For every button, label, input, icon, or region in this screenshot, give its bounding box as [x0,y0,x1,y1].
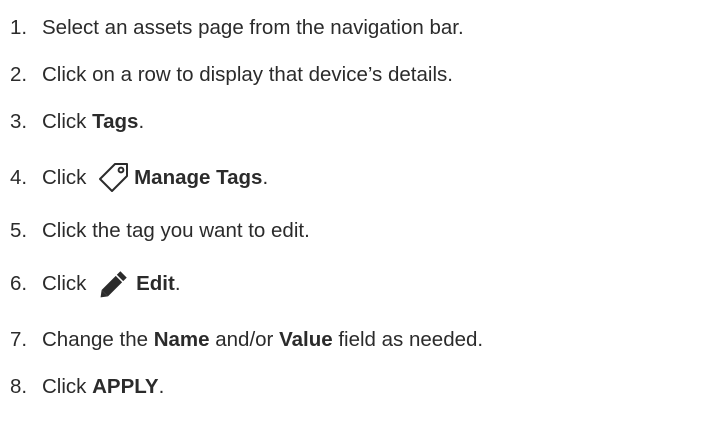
step-4: 4. Click Manage Tags . [0,158,268,198]
manage-tags-label: Manage Tags [134,165,263,189]
step-number: 3. [10,109,28,133]
step-number: 7. [10,327,28,351]
step-text: Click the tag you want to edit. [42,218,310,242]
step-5: 5. Click the tag you want to edit. [0,211,310,251]
pencil-icon [96,267,132,301]
tags-label: Tags [92,109,139,133]
instruction-steps-list: 1. Select an assets page from the naviga… [0,0,726,425]
value-label: Value [279,327,333,351]
step-text: Click [42,109,93,133]
step-3: 3. Click Tags . [0,102,144,142]
apply-label: APPLY [92,374,159,398]
step-period: . [138,109,145,133]
edit-label: Edit [136,271,175,295]
step-text: Click [42,165,93,189]
tag-outline-icon [96,161,130,195]
step-text: Change the [42,327,154,351]
step-number: 1. [10,15,28,39]
step-number: 6. [10,271,28,295]
step-8: 8. Click APPLY . [0,367,164,407]
step-text: Click on a row to display that device’s … [42,62,453,86]
step-6: 6. Click Edit . [0,264,181,304]
step-7: 7. Change the Name and/or Value field as… [0,320,483,360]
step-number: 5. [10,218,28,242]
step-period: . [158,374,165,398]
step-2: 2. Click on a row to display that device… [0,55,453,95]
step-period: . [174,271,181,295]
step-1: 1. Select an assets page from the naviga… [0,8,464,48]
step-period: . [262,165,269,189]
step-number: 4. [10,165,28,189]
step-text: Click [42,271,93,295]
step-text: and/or [209,327,280,351]
step-text: Select an assets page from the navigatio… [42,15,464,39]
step-number: 2. [10,62,28,86]
step-text: field as needed. [332,327,484,351]
step-number: 8. [10,374,28,398]
name-label: Name [153,327,210,351]
step-text: Click [42,374,93,398]
